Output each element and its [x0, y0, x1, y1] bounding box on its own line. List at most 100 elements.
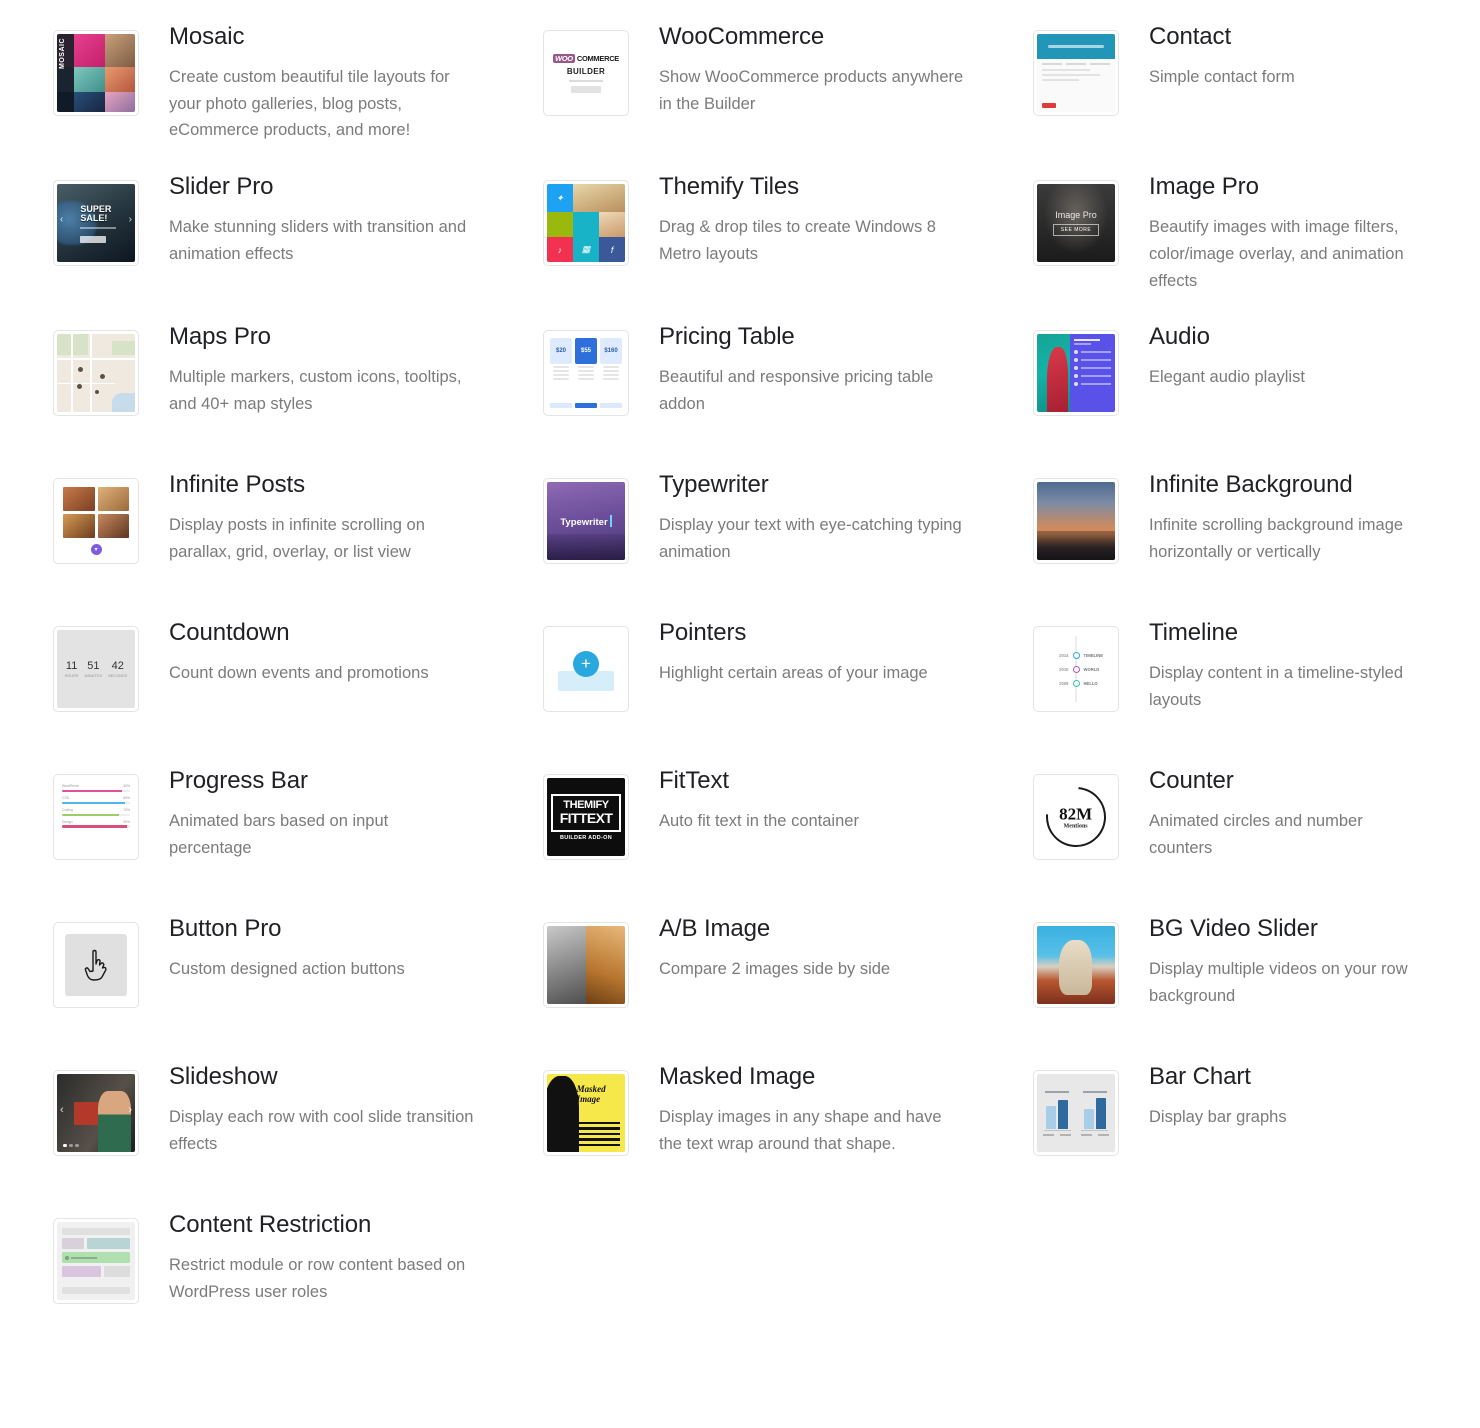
content-restriction-icon: [53, 1218, 139, 1305]
masked-image-icon: Masked Image: [543, 1070, 629, 1157]
addon-text: Slideshow Display each row with cool sli…: [169, 1062, 490, 1157]
addon-text: Progress Bar Animated bars based on inpu…: [169, 766, 490, 861]
progress-pct-2: 85%: [123, 796, 130, 801]
addon-title: Contact: [1149, 23, 1232, 50]
addon-title: Timeline: [1149, 619, 1239, 647]
addon-title: Infinite Posts: [169, 471, 306, 499]
addon-text: Timeline Display content in a timeline-s…: [1149, 618, 1440, 713]
thumbnail-wrapper: [53, 1210, 139, 1305]
addon-item-progress-bar[interactable]: WordPress 90% CSS 85% Coding 75% Design 95%: [0, 766, 490, 914]
addon-item-themify-tiles[interactable]: ✦ ♪ ▦ f Themify Tiles Drag & drop tiles …: [490, 172, 980, 322]
addon-item-timeline[interactable]: 2014 TIMELINE 2010 WORLD 2009 HELLO Time…: [980, 618, 1440, 766]
maps-pro-icon: [53, 330, 139, 417]
timeline-label-2: WORLD: [1083, 666, 1100, 672]
typewriter-icon: Typewriter: [543, 478, 629, 565]
addon-title: Masked Image: [659, 1063, 816, 1091]
addon-text: Image Pro Beautify images with image fil…: [1149, 172, 1440, 294]
image-pro-icon: Image Pro SEE MORE: [1033, 180, 1119, 267]
countdown-minutes-value: 51: [87, 659, 100, 672]
addon-description: Drag & drop tiles to create Windows 8 Me…: [659, 218, 936, 263]
addon-item-countdown[interactable]: 11 HOURS 51 MINUTES 42 SECONDS Countdown…: [0, 618, 490, 766]
countdown-icon: 11 HOURS 51 MINUTES 42 SECONDS: [53, 626, 139, 713]
addon-text: Counter Animated circles and number coun…: [1149, 766, 1440, 861]
woo-builder-text: BUILDER: [566, 66, 606, 76]
woo-button-shape: [571, 85, 601, 93]
countdown-seconds-label: SECONDS: [108, 673, 128, 678]
slider-pro-icon: SUPER SALE! ‹ ›: [53, 180, 139, 267]
addon-item-bar-chart[interactable]: Bar Chart Display bar graphs: [980, 1062, 1440, 1210]
addon-item-button-pro[interactable]: Button Pro Custom designed action button…: [0, 914, 490, 1062]
addon-item-typewriter[interactable]: Typewriter Typewriter Display your text …: [490, 470, 980, 618]
masked-thumb-line-2: Image: [576, 1093, 601, 1104]
thumbnail-wrapper: Masked Image: [543, 1062, 629, 1157]
progress-bar-icon: WordPress 90% CSS 85% Coding 75% Design 95%: [53, 774, 139, 861]
fittext-line-2: FITTEXT: [559, 810, 613, 827]
pricing-table-icon: $20 $55 $160: [543, 330, 629, 417]
addon-item-pointers[interactable]: + Pointers Highlight certain areas of yo…: [490, 618, 980, 766]
addon-item-slider-pro[interactable]: SUPER SALE! ‹ › Slider Pro Make stunning…: [0, 172, 490, 322]
addon-description: Display content in a timeline-styled lay…: [1149, 664, 1404, 710]
addon-item-contact[interactable]: Contact Simple contact form: [980, 22, 1440, 172]
addon-item-audio[interactable]: Audio Elegant audio playlist: [980, 322, 1440, 470]
thumbnail-wrapper: [53, 914, 139, 1009]
addon-description: Auto fit text in the container: [659, 812, 859, 831]
countdown-hours-value: 11: [65, 659, 78, 672]
slider-pro-thumb-text: SUPER SALE!: [80, 204, 112, 224]
addon-item-content-restriction[interactable]: Content Restriction Restrict module or r…: [0, 1210, 490, 1358]
addon-item-infinite-posts[interactable]: ▾ Infinite Posts Display posts in infini…: [0, 470, 490, 618]
addon-text: Infinite Background Infinite scrolling b…: [1149, 470, 1440, 565]
infinite-background-icon: [1033, 478, 1119, 565]
progress-label-1: WordPress: [62, 784, 79, 789]
thumbnail-wrapper: ‹ ›: [53, 1062, 139, 1157]
addon-description: Beautiful and responsive pricing table a…: [659, 368, 934, 414]
addon-description: Highlight certain areas of your image: [659, 664, 928, 683]
addon-description: Display each row with cool slide transit…: [169, 1108, 474, 1154]
addon-title: Slider Pro: [169, 173, 274, 201]
addon-title: Bar Chart: [1149, 1063, 1251, 1091]
progress-pct-4: 95%: [123, 819, 130, 824]
addon-text: Maps Pro Multiple markers, custom icons,…: [169, 322, 490, 417]
addon-item-bg-video-slider[interactable]: BG Video Slider Display multiple videos …: [980, 914, 1440, 1062]
mosaic-icon: MOSAIC: [53, 30, 139, 116]
timeline-year-1: 2014: [1059, 652, 1069, 658]
addon-title: Button Pro: [169, 915, 282, 943]
addon-description: Animated bars based on input percentage: [169, 812, 389, 858]
addon-item-infinite-background[interactable]: Infinite Background Infinite scrolling b…: [980, 470, 1440, 618]
woo-logo-text: COMMERCE: [576, 53, 620, 63]
addon-description: Compare 2 images side by side: [659, 960, 891, 979]
addon-text: Themify Tiles Drag & drop tiles to creat…: [659, 172, 980, 267]
addon-item-counter[interactable]: 82M Mentions Counter Animated circles an…: [980, 766, 1440, 914]
addon-text: Pricing Table Beautiful and responsive p…: [659, 322, 980, 417]
addon-item-woocommerce[interactable]: WOO COMMERCE BUILDER WooCommerce Show Wo…: [490, 22, 980, 172]
thumbnail-wrapper: THEMIFY FITTEXT BUILDER ADD-ON: [543, 766, 629, 861]
addon-description: Display posts in infinite scrolling on p…: [169, 516, 425, 562]
progress-pct-3: 75%: [123, 808, 130, 813]
addon-text: Countdown Count down events and promotio…: [169, 618, 490, 687]
ab-image-icon: [543, 922, 629, 1009]
woocommerce-icon: WOO COMMERCE BUILDER: [543, 30, 629, 116]
image-pro-thumb-button: SEE MORE: [1052, 224, 1100, 237]
addon-text: Masked Image Display images in any shape…: [659, 1062, 980, 1157]
addon-description: Elegant audio playlist: [1149, 368, 1305, 387]
addon-text: Content Restriction Restrict module or r…: [169, 1210, 490, 1305]
addon-item-pricing-table[interactable]: $20 $55 $160 Pricing Table Beautiful and…: [490, 322, 980, 470]
addon-description: Make stunning sliders with transition an…: [169, 218, 467, 263]
addon-title: Themify Tiles: [659, 173, 800, 201]
addon-item-fittext[interactable]: THEMIFY FITTEXT BUILDER ADD-ON FitText A…: [490, 766, 980, 914]
addon-title: Countdown: [169, 619, 290, 647]
addon-description: Restrict module or row content based on …: [169, 1256, 466, 1302]
progress-label-2: CSS: [62, 796, 69, 801]
addon-item-masked-image[interactable]: Masked Image Masked Image Display images…: [490, 1062, 980, 1210]
woo-divider: [569, 79, 603, 82]
addon-item-maps-pro[interactable]: Maps Pro Multiple markers, custom icons,…: [0, 322, 490, 470]
progress-label-4: Design: [62, 819, 73, 824]
addon-item-slideshow[interactable]: ‹ › Slideshow Display each row with cool…: [0, 1062, 490, 1210]
addon-item-mosaic[interactable]: MOSAIC Mosaic Create custom beautiful ti…: [0, 22, 490, 172]
thumbnail-wrapper: [1033, 470, 1119, 565]
infinite-posts-icon: ▾: [53, 478, 139, 565]
addon-item-image-pro[interactable]: Image Pro SEE MORE Image Pro Beautify im…: [980, 172, 1440, 322]
thumbnail-wrapper: [1033, 322, 1119, 417]
addon-text: Audio Elegant audio playlist: [1149, 322, 1440, 391]
addon-item-ab-image[interactable]: A/B Image Compare 2 images side by side: [490, 914, 980, 1062]
addon-description: Simple contact form: [1149, 68, 1295, 86]
